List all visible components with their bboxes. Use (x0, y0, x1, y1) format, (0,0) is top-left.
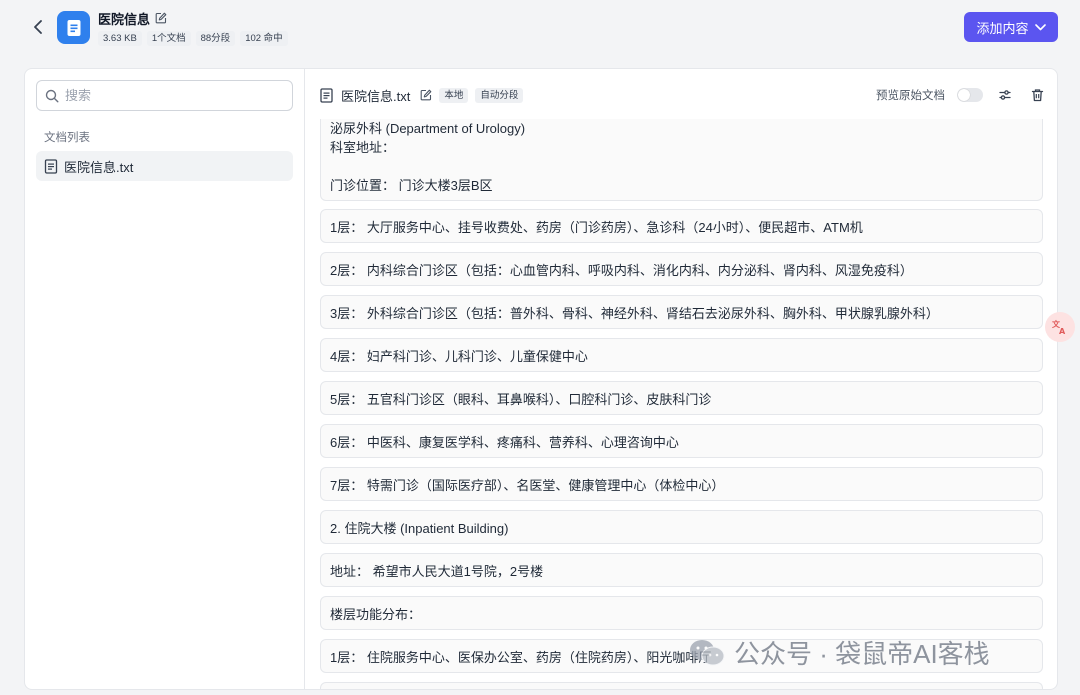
source-tag: 本地 (439, 87, 469, 103)
segment-item[interactable]: 2. 住院大楼 (Inpatient Building) (320, 510, 1043, 544)
watermark: 公众号 · 袋鼠帝AI客栈 (688, 634, 990, 671)
translate-icon: 文A (1052, 319, 1066, 336)
segment-item[interactable]: 7层： 特需门诊（国际医疗部）、名医堂、健康管理中心（体检中心） (320, 467, 1043, 501)
segment-item[interactable] (320, 682, 1043, 689)
watermark-text: 公众号 · 袋鼠帝AI客栈 (734, 639, 990, 669)
edit-icon (420, 89, 432, 101)
delete-button[interactable] (1027, 85, 1047, 105)
dataset-card: 文档列表 医院信息.txt 医院信息.txt 本地 自动分段 预览原始文档 (24, 68, 1058, 690)
chevron-down-icon (1034, 23, 1046, 30)
segment-line (330, 157, 1033, 176)
segment-item[interactable]: 5层： 五官科门诊区（眼科、耳鼻喉科）、口腔科门诊、皮肤科门诊 (320, 381, 1043, 415)
content-header: 医院信息.txt 本地 自动分段 预览原始文档 (306, 69, 1057, 121)
segment-item[interactable]: 楼层功能分布： (320, 596, 1043, 630)
segment-line: 泌尿外科 (Department of Urology) (330, 121, 526, 136)
preview-original-label: 预览原始文档 (876, 90, 945, 102)
edit-title-button[interactable] (155, 12, 167, 24)
document-item-label: 医院信息.txt (64, 159, 134, 175)
wechat-icon (690, 639, 725, 665)
segment-line: 科室地址： (330, 140, 396, 155)
segment-item[interactable]: 2层： 内科综合门诊区（包括：心血管内科、呼吸内科、消化内科、内分泌科、肾内科、… (320, 252, 1043, 286)
segment-item[interactable]: 泌尿外科 (Department of Urology) 科室地址： 门诊位置：… (320, 119, 1043, 201)
segment-count-badge: 88分段 (195, 31, 236, 46)
search-input[interactable] (65, 88, 275, 103)
preview-original-toggle[interactable] (957, 88, 983, 102)
sliders-icon (999, 90, 1011, 100)
document-sidebar: 文档列表 医院信息.txt (25, 69, 305, 689)
segment-mode-tag: 自动分段 (475, 87, 524, 103)
segment-item[interactable]: 3层： 外科综合门诊区（包括：普外科、骨科、神经外科、肾结石去泌尿外科、胸外科、… (320, 295, 1043, 329)
size-badge: 3.63 KB (98, 31, 142, 46)
file-title: 医院信息.txt (341, 88, 411, 104)
back-button[interactable] (28, 16, 48, 38)
document-list-label: 文档列表 (44, 132, 90, 144)
document-item[interactable]: 医院信息.txt (36, 151, 293, 181)
document-content: 医院信息.txt 本地 自动分段 预览原始文档 泌尿外科 (Department… (306, 69, 1057, 689)
segment-item[interactable]: 4层： 妇产科门诊、儿科门诊、儿童保健中心 (320, 338, 1043, 372)
add-content-label: 添加内容 (976, 20, 1029, 36)
search-icon (45, 89, 59, 102)
app-document-icon (57, 11, 90, 44)
file-text-icon (320, 87, 333, 103)
settings-button[interactable] (995, 85, 1015, 105)
add-content-button[interactable]: 添加内容 (964, 12, 1058, 42)
page-title: 医院信息 (98, 11, 151, 27)
doc-count-badge: 1个文档 (146, 31, 191, 46)
edit-icon (155, 12, 167, 24)
segment-line: 门诊位置： 门诊大楼3层B区 (330, 178, 493, 193)
chevron-left-icon (34, 20, 42, 34)
hit-count-badge: 102 命中 (240, 31, 288, 46)
segment-item[interactable]: 1层： 大厅服务中心、挂号收费处、药房（门诊药房）、急诊科（24小时）、便民超市… (320, 209, 1043, 243)
segment-item[interactable]: 6层： 中医科、康复医学科、疼痛科、营养科、心理咨询中心 (320, 424, 1043, 458)
segment-item[interactable]: 地址： 希望市人民大道1号院，2号楼 (320, 553, 1043, 587)
trash-icon (1031, 89, 1043, 102)
search-box[interactable] (36, 80, 293, 111)
svg-text:A: A (1059, 327, 1066, 336)
edit-file-button[interactable] (420, 89, 432, 101)
translate-button[interactable]: 文A (1045, 312, 1075, 342)
file-text-icon (44, 158, 58, 174)
header: 医院信息 3.63 KB 1个文档 88分段 102 命中 添加内容 (0, 0, 1080, 56)
